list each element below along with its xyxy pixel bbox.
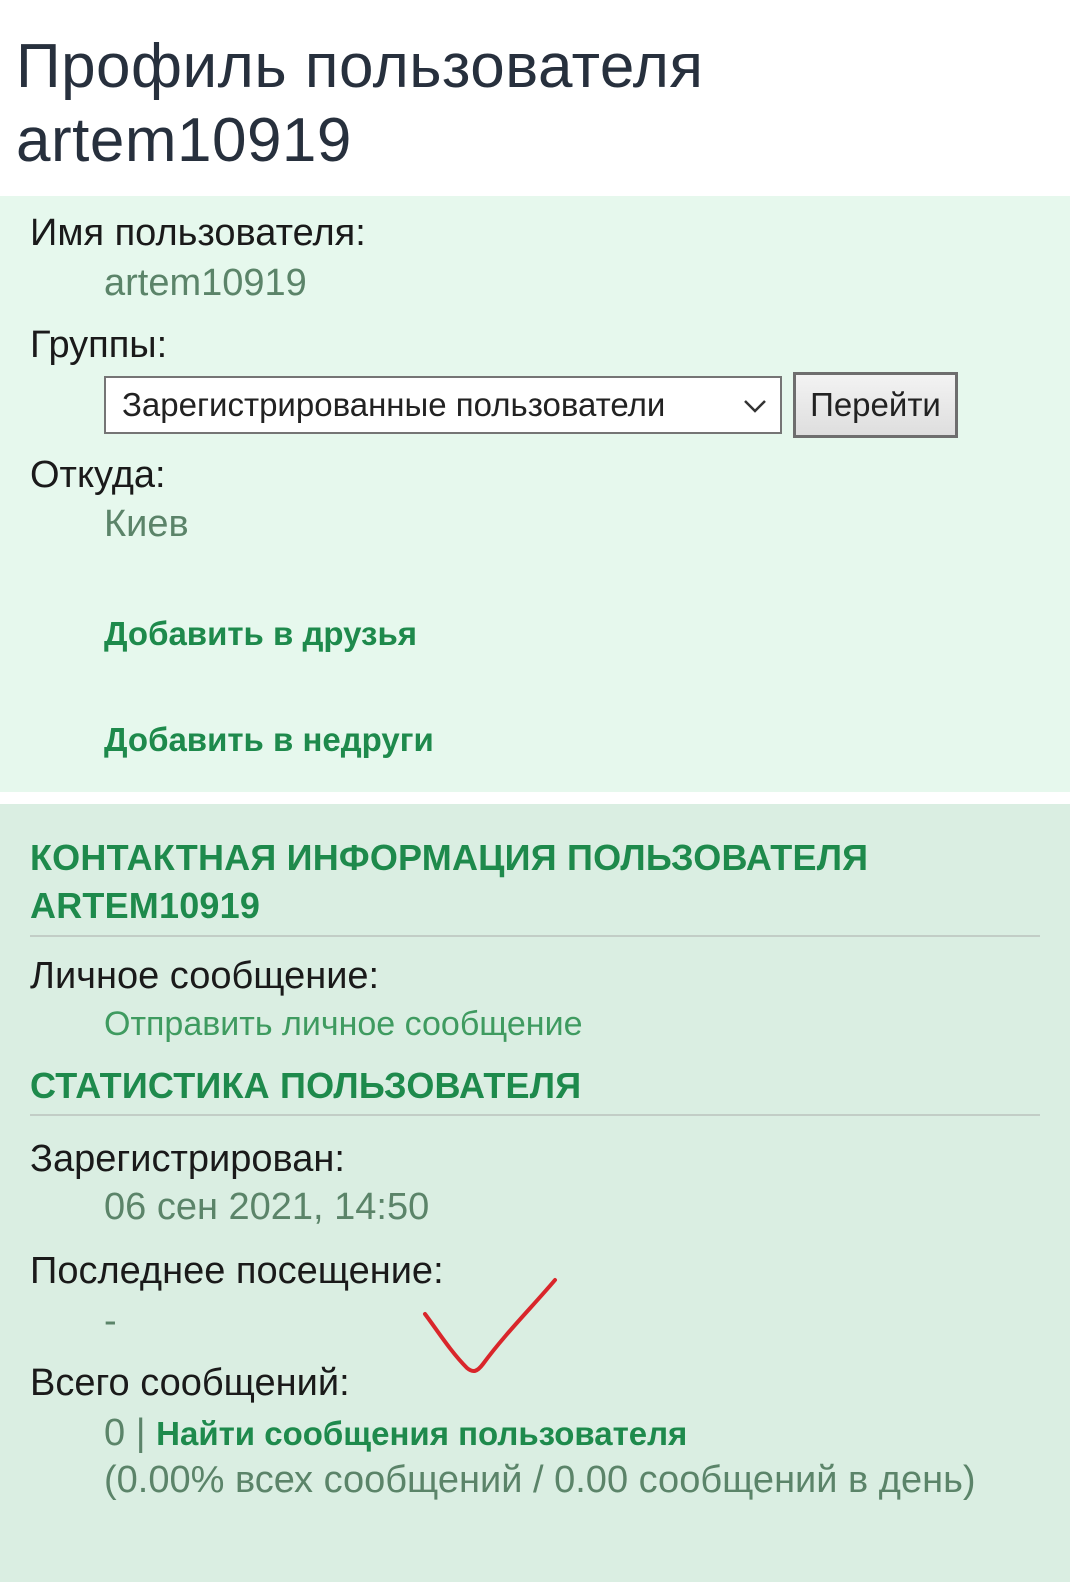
last-visit-value: - (104, 1300, 117, 1342)
find-posts-link[interactable]: Найти сообщения пользователя (156, 1415, 687, 1452)
groups-select[interactable]: Зарегистрированные пользователи (104, 376, 782, 434)
location-label: Откуда: (30, 454, 166, 496)
page-title: Профиль пользователя artem10919 (16, 32, 704, 175)
chevron-down-icon (744, 400, 766, 413)
groups-label: Группы: (30, 324, 168, 366)
posts-ratio: (0.00% всех сообщений / 0.00 сообщений в… (104, 1459, 976, 1501)
go-button[interactable]: Перейти (793, 372, 958, 438)
posts-separator: | (125, 1412, 157, 1454)
total-posts-line: 0 | Найти сообщения пользователя (104, 1412, 687, 1455)
stats-heading: СТАТИСТИКА ПОЛЬЗОВАТЕЛЯ (30, 1065, 582, 1106)
contact-heading: КОНТАКТНАЯ ИНФОРМАЦИЯ ПОЛЬЗОВАТЕЛЯ ARTEM… (30, 837, 869, 926)
total-posts-label: Всего сообщений: (30, 1362, 350, 1404)
groups-select-value: Зарегистрированные пользователи (122, 386, 666, 423)
stats-divider (30, 1114, 1040, 1116)
total-posts-count: 0 (104, 1412, 126, 1454)
send-pm-link[interactable]: Отправить личное сообщение (104, 1005, 582, 1044)
registered-value: 06 сен 2021, 14:50 (104, 1186, 430, 1228)
username-value: artem10919 (104, 262, 307, 304)
username-label: Имя пользователя: (30, 212, 366, 254)
registered-label: Зарегистрирован: (30, 1138, 345, 1180)
contact-divider (30, 935, 1040, 937)
add-foe-link[interactable]: Добавить в недруги (104, 721, 434, 759)
last-visit-label: Последнее посещение: (30, 1250, 444, 1292)
checkmark-icon (423, 1278, 557, 1374)
pm-label: Личное сообщение: (30, 955, 380, 997)
add-friend-link[interactable]: Добавить в друзья (104, 615, 417, 653)
location-value: Киев (104, 503, 189, 545)
